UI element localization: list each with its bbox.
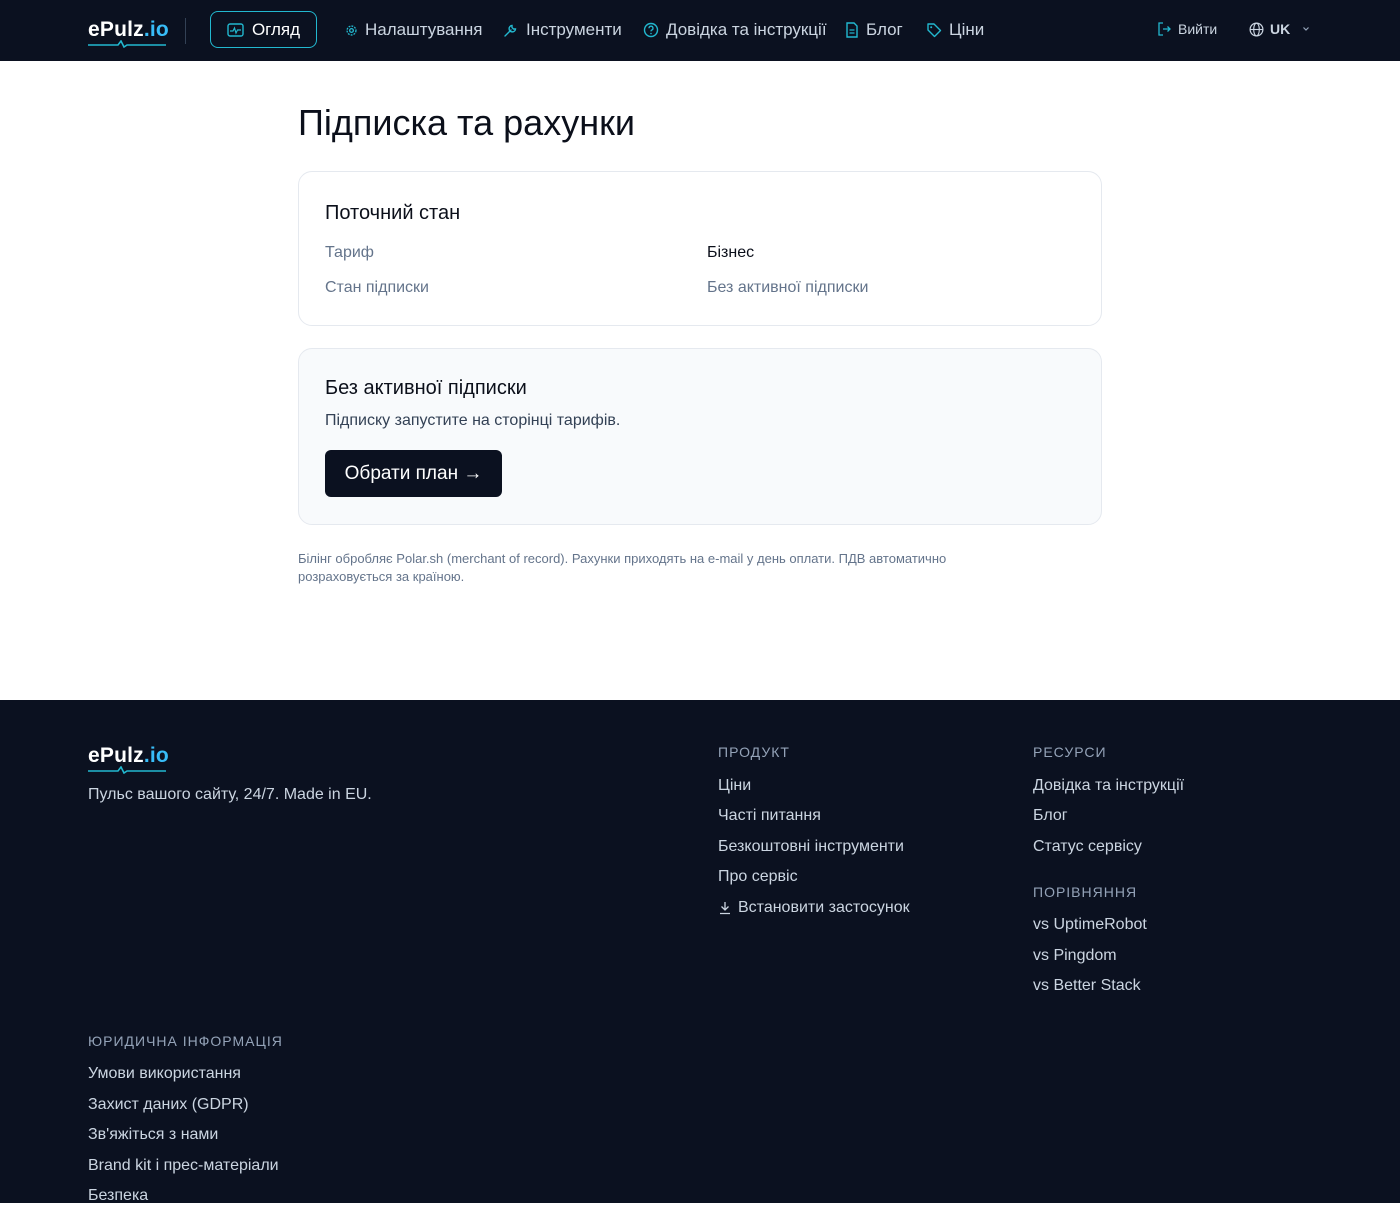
footer-logo-main: ePulz <box>88 744 144 767</box>
help-circle-icon <box>643 22 659 38</box>
footer-link-free-tools[interactable]: Безкоштовні інструменти <box>718 838 904 856</box>
footer-link-help[interactable]: Довідка та інструкції <box>1033 777 1184 795</box>
footer: ePulz.io Пульс вашого сайту, 24/7. Made … <box>0 700 1400 1205</box>
logout-button[interactable]: Вийти <box>1157 21 1217 37</box>
nav-overview[interactable]: Огляд <box>210 11 317 48</box>
subscription-status-value: Без активної підписки <box>707 279 869 296</box>
nav-settings[interactable]: Налаштування <box>345 20 483 40</box>
footer-link-contact[interactable]: Зв'яжіться з нами <box>88 1126 218 1144</box>
footer-link-security[interactable]: Безпека <box>88 1187 148 1205</box>
dashboard-icon <box>227 22 244 37</box>
status-card-heading: Поточний стан <box>325 202 461 224</box>
footer-link-about[interactable]: Про сервіс <box>718 868 798 886</box>
subscription-status-label: Стан підписки <box>325 279 429 296</box>
nav-pricing[interactable]: Ціни <box>926 20 984 40</box>
footer-link-faq[interactable]: Часті питання <box>718 807 821 825</box>
nav-settings-label: Налаштування <box>365 20 483 39</box>
footer-link-vs-uptimerobot[interactable]: vs UptimeRobot <box>1033 916 1147 934</box>
footer-tagline: Пульс вашого сайту, 24/7. Made in EU. <box>88 786 372 803</box>
install-app-label: Встановити застосунок <box>738 899 910 916</box>
logo-suffix: .io <box>143 18 169 41</box>
footer-logo-suffix: .io <box>143 744 169 767</box>
logo-main: ePulz <box>88 18 144 41</box>
billing-note: Білінг обробляє Polar.sh (merchant of re… <box>298 551 947 584</box>
footer-link-vs-better-stack[interactable]: vs Better Stack <box>1033 977 1141 995</box>
no-subscription-heading: Без активної підписки <box>325 377 527 399</box>
download-icon <box>720 902 730 915</box>
gear-icon <box>346 24 357 36</box>
nav-help-label: Довідка та інструкції <box>666 20 827 39</box>
no-subscription-card: Без активної підписки Підписку запустите… <box>298 348 1102 525</box>
footer-link-brand-kit[interactable]: Brand kit і прес-матеріали <box>88 1157 279 1175</box>
nav-blog-label: Блог <box>866 20 903 39</box>
footer-link-terms[interactable]: Умови використання <box>88 1065 241 1083</box>
footer-comparison-heading: ПОРІВНЯННЯ <box>1033 884 1138 900</box>
header-divider <box>185 18 186 44</box>
nav-tools-label: Інструменти <box>526 20 622 39</box>
logo[interactable]: ePulz.io <box>88 18 169 48</box>
no-subscription-text: Підписку запустите на сторінці тарифів. <box>325 412 621 429</box>
footer-legal-heading: ЮРИДИЧНА ІНФОРМАЦІЯ <box>88 1033 283 1049</box>
plan-value: Бізнес <box>707 244 755 261</box>
logout-icon <box>1158 22 1171 36</box>
nav-tools[interactable]: Інструменти <box>503 20 622 40</box>
footer-link-vs-pingdom[interactable]: vs Pingdom <box>1033 947 1117 965</box>
footer-link-pricing[interactable]: Ціни <box>718 777 751 795</box>
footer-link-status[interactable]: Статус сервісу <box>1033 838 1142 856</box>
page-title: Підписка та рахунки <box>298 102 635 143</box>
nav-pricing-label: Ціни <box>949 20 985 39</box>
nav-overview-label: Огляд <box>251 19 301 39</box>
document-icon <box>846 22 858 38</box>
nav-blog[interactable]: Блог <box>845 20 903 40</box>
plan-label: Тариф <box>325 244 374 261</box>
language-label: UK <box>1270 21 1291 37</box>
pulse-line-icon <box>88 40 166 48</box>
top-navigation-bar: ePulz.io Огляд Налаштування Інструменти … <box>0 0 1400 61</box>
language-selector[interactable]: UK <box>1249 21 1311 37</box>
footer-logo[interactable]: ePulz.io <box>88 744 169 774</box>
footer-link-install-app[interactable]: Встановити застосунок <box>718 899 910 917</box>
logout-label: Вийти <box>1178 21 1218 37</box>
nav-help[interactable]: Довідка та інструкції <box>643 20 827 40</box>
current-status-card: Поточний стан Тариф Бізнес Стан підписки… <box>298 171 1102 326</box>
chevron-down-icon <box>1303 27 1310 31</box>
tag-icon <box>927 23 942 38</box>
choose-plan-button[interactable]: Обрати план → <box>325 450 502 497</box>
footer-product-heading: ПРОДУКТ <box>718 744 790 760</box>
wrench-icon <box>504 24 517 37</box>
globe-icon <box>1249 22 1264 36</box>
footer-link-blog[interactable]: Блог <box>1033 807 1068 825</box>
footer-resources-heading: РЕСУРСИ <box>1033 744 1107 760</box>
pulse-line-icon <box>88 766 166 774</box>
footer-link-gdpr[interactable]: Захист даних (GDPR) <box>88 1096 249 1114</box>
